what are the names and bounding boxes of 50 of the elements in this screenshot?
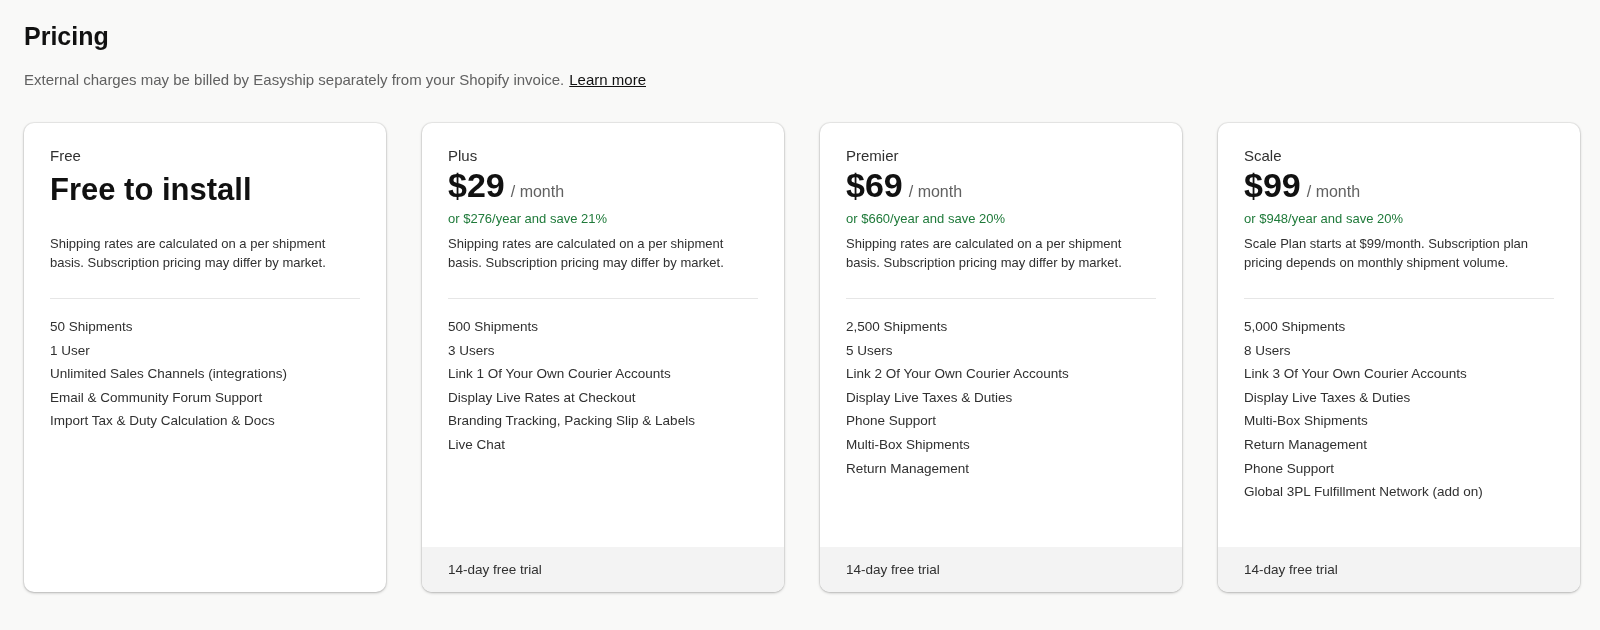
subtitle-text: External charges may be billed by Easyship separately from your Shopify invoice. Learn more: [24, 71, 647, 88]
feature-item: Global 3PL Fulfillment Network (add on): [1244, 483, 1484, 502]
plan-name: Premier: [846, 147, 900, 164]
feature-item: 5,000 Shipments: [1244, 318, 1347, 336]
feature-item: Live Chat: [448, 435, 507, 454]
feature-item: Link 1 Of Your Own Courier Accounts: [448, 365, 672, 384]
feature-item: Return Management: [1244, 435, 1369, 454]
feature-item: Link 2 Of Your Own Courier Accounts: [846, 365, 1070, 384]
plan-price: $99: [1244, 166, 1301, 205]
feature-item: Return Management: [846, 459, 971, 478]
yearly-savings: or $276/year and save 21%: [448, 211, 608, 226]
feature-item: 2,500 Shipments: [846, 318, 949, 336]
feature-item: 5 Users: [846, 341, 894, 360]
feature-item: Email & Community Forum Support: [50, 388, 264, 407]
feature-item: Display Live Rates at Checkout: [448, 388, 637, 407]
feature-item: Phone Support: [1244, 459, 1336, 478]
price-period: / month: [510, 183, 565, 201]
feature-item: 500 Shipments: [448, 318, 540, 336]
feature-item: Link 3 Of Your Own Courier Accounts: [1244, 365, 1468, 384]
feature-item: 8 Users: [1244, 341, 1292, 360]
plan-price: Free to install: [50, 172, 252, 208]
plan-description: Shipping rates are calculated on a per shipment basis. Subscription pricing may differ by market.: [448, 235, 725, 272]
yearly-savings: or $660/year and save 20%: [846, 211, 1006, 226]
plan-description: Scale Plan starts at $99/month. Subscription plan pricing depends on monthly shipment volume.: [1244, 235, 1529, 272]
feature-item: Display Live Taxes & Duties: [846, 388, 1014, 407]
feature-item: Multi-Box Shipments: [1244, 412, 1369, 431]
feature-item: Branding Tracking, Packing Slip & Labels: [448, 412, 696, 431]
feature-item: 50 Shipments: [50, 318, 134, 336]
plan-price: $69: [846, 166, 903, 205]
plan-description: Shipping rates are calculated on a per shipment basis. Subscription pricing may differ by market.: [846, 235, 1123, 272]
plan-price: $29: [448, 166, 505, 205]
trial-footer: 14-day free trial: [422, 547, 784, 592]
page-title: Pricing: [24, 22, 110, 51]
trial-footer: 14-day free trial: [820, 547, 1182, 592]
trial-footer: 14-day free trial: [1218, 547, 1580, 592]
feature-item: Phone Support: [846, 412, 938, 431]
feature-item: Display Live Taxes & Duties: [1244, 388, 1412, 407]
learn-more-link[interactable]: Learn more: [569, 71, 646, 88]
feature-item: 1 User: [50, 341, 91, 360]
feature-item: 3 Users: [448, 341, 496, 360]
plan-description: Shipping rates are calculated on a per shipment basis. Subscription pricing may differ by market.: [50, 235, 327, 272]
feature-item: Import Tax & Duty Calculation & Docs: [50, 412, 276, 431]
price-period: / month: [908, 183, 963, 201]
feature-item: Unlimited Sales Channels (integrations): [50, 365, 289, 384]
feature-item: Multi-Box Shipments: [846, 435, 971, 454]
plan-name: Free: [50, 147, 82, 164]
plan-name: Scale: [1244, 147, 1283, 164]
price-period: / month: [1306, 183, 1361, 201]
plan-name: Plus: [448, 147, 479, 164]
yearly-savings: or $948/year and save 20%: [1244, 211, 1404, 226]
